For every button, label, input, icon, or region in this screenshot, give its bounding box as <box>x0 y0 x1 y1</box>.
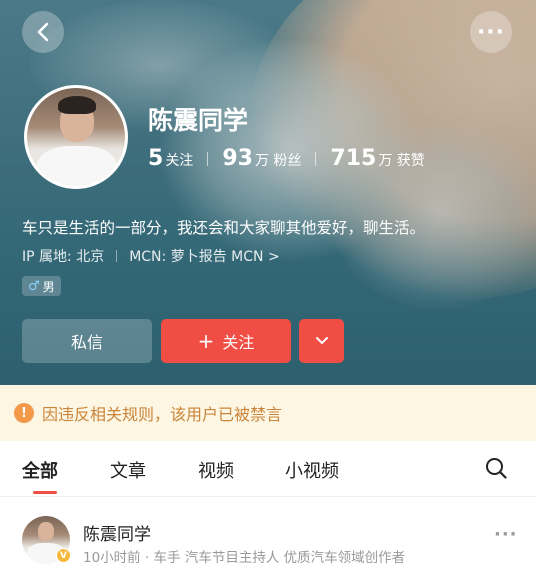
profile-name: 陈震同学 <box>148 106 249 135</box>
more-button[interactable]: ··· <box>470 11 512 53</box>
tab-short-videos[interactable]: 小视频 <box>285 457 339 483</box>
search-icon[interactable] <box>485 457 507 479</box>
tab-articles[interactable]: 文章 <box>110 457 146 483</box>
profile-bio: 车只是生活的一部分，我还会和大家聊其他爱好，聊生活。 <box>22 219 426 237</box>
tab-videos[interactable]: 视频 <box>198 457 234 483</box>
chevron-left-icon <box>37 22 49 42</box>
profile-stats: 5 关注 93 万 粉丝 715 万 获赞 <box>148 146 425 171</box>
content-tabs: 全部 文章 视频 小视频 <box>0 441 536 497</box>
active-tab-indicator <box>33 491 57 494</box>
tab-all[interactable]: 全部 <box>22 457 58 483</box>
follow-button[interactable]: + 关注 <box>161 319 291 363</box>
profile-page: ··· 陈震同学 5 关注 93 万 粉丝 715 万 获赞 车只是生活的一部分，我还… <box>0 0 536 571</box>
divider <box>207 151 209 166</box>
male-icon: ♂ <box>28 278 40 294</box>
verified-badge-icon: V <box>56 548 71 563</box>
message-button[interactable]: 私信 <box>22 319 152 363</box>
post-item[interactable]: V 陈震同学 10小时前 · 车手 汽车节目主持人 优质汽车领域创作者 ··· <box>0 498 536 571</box>
following-count[interactable]: 5 关注 <box>148 146 193 171</box>
chevron-down-icon <box>315 337 328 344</box>
divider <box>315 151 317 166</box>
likes-count: 715 万 获赞 <box>330 146 425 171</box>
avatar[interactable] <box>24 85 128 189</box>
profile-meta: IP 属地: 北京 MCN: 萝卜报告 MCN > <box>22 246 280 266</box>
back-button[interactable] <box>22 11 64 53</box>
chevron-right-icon: > <box>267 249 280 265</box>
ban-notice-text: 因违反相关规则，该用户已被禁言 <box>42 405 283 424</box>
more-dots-icon: ··· <box>476 19 506 45</box>
divider <box>116 250 118 262</box>
warning-icon: ! <box>14 403 34 423</box>
gender-badge: ♂ 男 <box>22 276 61 296</box>
post-more-icon[interactable]: ··· <box>494 524 518 545</box>
post-meta: 10小时前 · 车手 汽车节目主持人 优质汽车领域创作者 <box>83 550 406 566</box>
mcn-link[interactable]: MCN: 萝卜报告 MCN > <box>129 246 279 266</box>
plus-icon: + <box>197 329 215 353</box>
recommend-dropdown-button[interactable] <box>299 319 344 363</box>
fans-count[interactable]: 93 万 粉丝 <box>222 146 301 171</box>
ip-location: IP 属地: 北京 <box>22 249 105 265</box>
ban-notice: ! 因违反相关规则，该用户已被禁言 <box>0 385 536 441</box>
post-author-name: 陈震同学 <box>83 525 151 545</box>
